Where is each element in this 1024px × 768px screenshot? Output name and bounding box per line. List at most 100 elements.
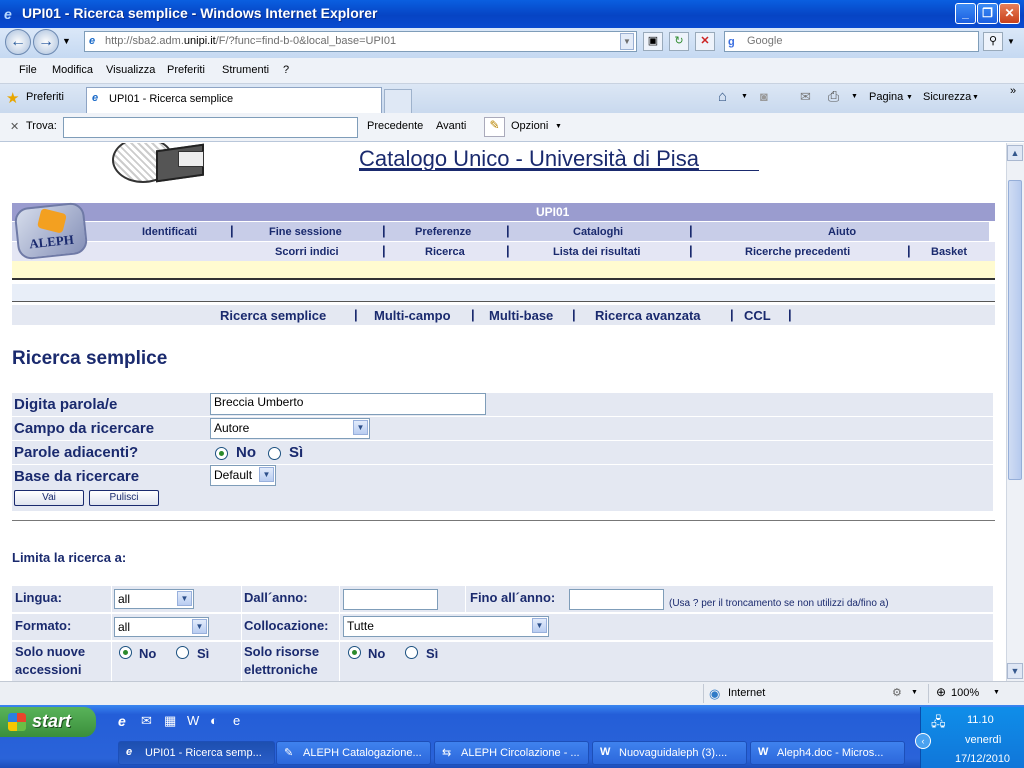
separator: | — [230, 223, 234, 238]
tray-expand-icon[interactable]: ‹ — [915, 733, 931, 749]
stop-icon[interactable]: ✕ — [695, 32, 715, 51]
protected-mode-dropdown-icon[interactable]: ▼ — [911, 689, 918, 696]
clock-time[interactable]: 11.10 — [967, 714, 994, 726]
nav-fine-sessione[interactable]: Fine sessione — [269, 226, 342, 238]
words-input[interactable]: Breccia Umberto — [210, 393, 486, 415]
back-button[interactable]: ← — [5, 29, 31, 55]
home-dropdown-icon[interactable]: ▼ — [741, 93, 748, 100]
tab-ricerca-semplice[interactable]: Ricerca semplice — [220, 308, 326, 323]
protected-mode-icon[interactable]: ⚙ — [892, 686, 902, 699]
address-input[interactable]: e http://sba2.adm.unipi.it/F/?func=find-… — [84, 31, 637, 52]
nav-lista-risultati[interactable]: Lista dei risultati — [553, 246, 640, 258]
task-aleph-cataloging[interactable]: ✎ ALEPH Catalogazione... — [276, 741, 431, 765]
close-find-icon[interactable]: ✕ — [10, 120, 19, 133]
maximize-button[interactable]: ❐ — [977, 3, 998, 24]
print-dropdown-icon[interactable]: ▼ — [851, 93, 858, 100]
search-dropdown-icon[interactable]: ▼ — [1007, 37, 1015, 46]
from-year-input[interactable] — [343, 589, 438, 610]
find-next-button[interactable]: Avanti — [436, 120, 466, 132]
menu-favorites[interactable]: Preferiti — [167, 64, 205, 76]
search-tabs: Ricerca semplice | Multi-campo | Multi-b… — [12, 305, 995, 325]
title-bar[interactable]: e UPI01 - Ricerca semplice - Windows Int… — [0, 0, 1024, 28]
quicklaunch-outlook-icon[interactable]: ✉ — [141, 713, 152, 729]
nav-aiuto[interactable]: Aiuto — [828, 226, 856, 238]
network-icon[interactable]: 🖧 — [931, 713, 946, 735]
mail-icon[interactable]: ✉ — [800, 89, 811, 105]
tab-ccl[interactable]: CCL — [744, 308, 771, 323]
nav-preferenze[interactable]: Preferenze — [415, 226, 471, 238]
favorites-button[interactable]: Preferiti — [26, 91, 64, 103]
close-button[interactable]: ✕ — [999, 3, 1020, 24]
task-aleph-circulation[interactable]: ⇆ ALEPH Circolazione - ... — [434, 741, 589, 765]
new-accessions-yes-radio[interactable] — [176, 646, 189, 659]
scroll-down-icon[interactable]: ▼ — [1007, 663, 1023, 679]
history-dropdown-icon[interactable]: ▼ — [62, 36, 71, 46]
scroll-up-icon[interactable]: ▲ — [1007, 145, 1023, 161]
find-input[interactable] — [63, 117, 358, 138]
clear-button[interactable]: Pulisci — [89, 490, 159, 506]
find-previous-button[interactable]: Precedente — [367, 120, 423, 132]
zoom-level[interactable]: 100% — [951, 687, 979, 699]
nav-identificati[interactable]: Identificati — [142, 226, 197, 238]
page-menu[interactable]: Pagina — [869, 91, 903, 103]
security-menu[interactable]: Sicurezza — [923, 91, 971, 103]
nav-scorri-indici[interactable]: Scorri indici — [275, 246, 339, 258]
e-resources-no-label: No — [368, 646, 386, 661]
task-word-guide[interactable]: W Nuovaguidaleph (3).... — [592, 741, 747, 765]
tab-multi-base[interactable]: Multi-base — [489, 308, 553, 323]
quicklaunch-word-icon[interactable]: W — [187, 713, 199, 728]
tab-multi-campo[interactable]: Multi-campo — [374, 308, 451, 323]
e-resources-yes-radio[interactable] — [405, 646, 418, 659]
compat-view-icon[interactable]: ▣ — [643, 32, 663, 51]
nav-cataloghi[interactable]: Cataloghi — [573, 226, 623, 238]
more-tools-icon[interactable]: » — [1010, 85, 1016, 97]
adjacent-no-radio[interactable] — [215, 447, 228, 460]
nav-ricerche-precedenti[interactable]: Ricerche precedenti — [745, 246, 850, 258]
nav-ricerca[interactable]: Ricerca — [425, 246, 465, 258]
e-resources-no-radio[interactable] — [348, 646, 361, 659]
start-button[interactable]: start — [0, 707, 96, 737]
search-icon[interactable]: ⚲ — [983, 32, 1003, 51]
address-dropdown-icon[interactable]: ▼ — [620, 33, 634, 50]
format-select[interactable]: all ▼ — [114, 617, 209, 637]
home-icon[interactable]: ⌂ — [718, 88, 727, 105]
tab-ricerca-avanzata[interactable]: Ricerca avanzata — [595, 308, 701, 323]
menu-edit[interactable]: Modifica — [52, 64, 93, 76]
nav-basket[interactable]: Basket — [931, 246, 967, 258]
menu-view[interactable]: Visualizza — [106, 64, 155, 76]
base-stripe: UPI01 — [12, 203, 995, 221]
field-select[interactable]: Autore ▼ — [210, 418, 370, 439]
quicklaunch-ie-icon[interactable]: e — [118, 713, 126, 729]
search-input[interactable]: g Google — [724, 31, 979, 52]
refresh-icon[interactable]: ↻ — [669, 32, 689, 51]
base-select[interactable]: Default ▼ — [210, 465, 276, 486]
new-accessions-no-radio[interactable] — [119, 646, 132, 659]
print-icon[interactable]: ⎙ — [828, 88, 839, 105]
quicklaunch-desktop-icon[interactable]: ▦ — [164, 713, 176, 729]
menu-help[interactable]: ? — [283, 64, 289, 76]
separator: | — [907, 243, 911, 258]
task-ie[interactable]: e UPI01 - Ricerca semp... — [118, 741, 275, 765]
find-options-button[interactable]: Opzioni — [511, 120, 548, 132]
language-select[interactable]: all ▼ — [114, 589, 194, 609]
zoom-dropdown-icon[interactable]: ▼ — [993, 689, 1000, 696]
task-word-aleph4[interactable]: W Aleph4.doc - Micros... — [750, 741, 905, 765]
to-year-input[interactable] — [569, 589, 664, 610]
quicklaunch-media-icon[interactable]: ◐ — [210, 713, 218, 728]
adjacent-yes-radio[interactable] — [268, 447, 281, 460]
favorites-star-icon[interactable]: ★ — [6, 89, 19, 107]
new-tab-button[interactable] — [384, 89, 412, 113]
search-go-button[interactable]: Vai — [14, 490, 84, 506]
menu-tools[interactable]: Strumenti — [222, 64, 269, 76]
scrollbar-thumb[interactable] — [1008, 180, 1022, 480]
rss-icon[interactable]: ◙ — [760, 89, 768, 104]
quicklaunch-ie2-icon[interactable]: e — [233, 713, 240, 728]
status-bar: ◉ Internet ⚙ ▼ ⊕ 100% ▼ — [0, 681, 1024, 705]
tab-title: UPI01 - Ricerca semplice — [109, 93, 234, 105]
minimize-button[interactable]: _ — [955, 3, 976, 24]
location-select[interactable]: Tutte ▼ — [343, 616, 549, 637]
tab-current[interactable]: e UPI01 - Ricerca semplice — [86, 87, 382, 113]
forward-button[interactable]: → — [33, 29, 59, 55]
menu-file[interactable]: File — [19, 64, 37, 76]
highlight-icon[interactable]: ✎ — [484, 117, 505, 137]
